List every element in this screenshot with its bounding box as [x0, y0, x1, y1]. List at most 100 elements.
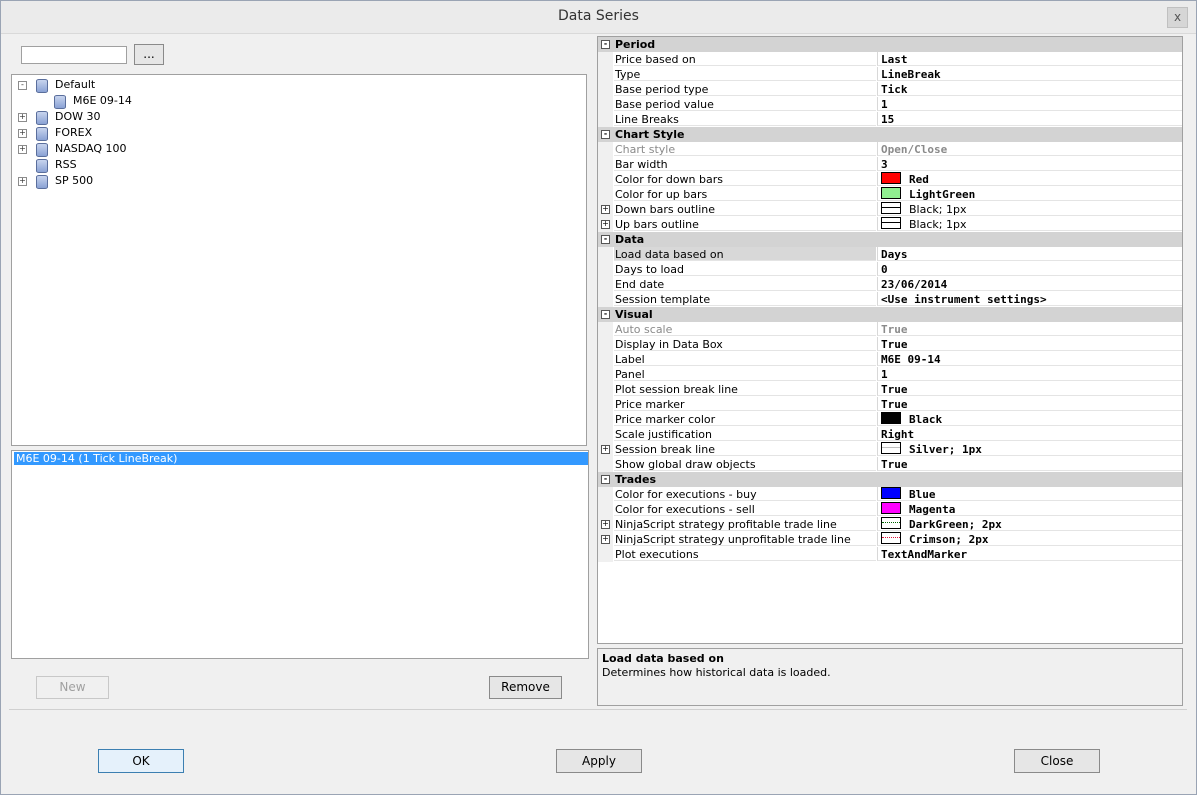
gutter [598, 382, 613, 397]
expand-icon[interactable]: + [601, 445, 610, 454]
gutter [598, 292, 613, 307]
category-visual[interactable]: - Visual [598, 307, 1182, 322]
tree-item-rss[interactable]: RSS [18, 157, 138, 173]
expand-icon[interactable]: + [601, 220, 610, 229]
prop-row[interactable]: Color for executions - sell Magenta [598, 502, 1182, 517]
category-trades[interactable]: - Trades [598, 472, 1182, 487]
expand-icon[interactable]: + [18, 113, 27, 122]
database-icon [36, 143, 48, 157]
gutter [598, 52, 613, 67]
prop-row[interactable]: Base period value 1 [598, 97, 1182, 112]
prop-row[interactable]: Price marker color Black [598, 412, 1182, 427]
prop-row[interactable]: + NinjaScript strategy profitable trade l… [598, 517, 1182, 532]
prop-row[interactable]: Plot executions TextAndMarker [598, 547, 1182, 562]
prop-row[interactable]: Price based on Last [598, 52, 1182, 67]
line-style-icon [881, 442, 901, 454]
gutter [598, 487, 613, 502]
red-swatch-icon [881, 172, 901, 184]
prop-row[interactable]: Plot session break line True [598, 382, 1182, 397]
expand-icon[interactable]: + [601, 535, 610, 544]
database-icon [36, 175, 48, 189]
prop-row[interactable]: Session template <Use instrument settings… [598, 292, 1182, 307]
prop-row[interactable]: Days to load 0 [598, 262, 1182, 277]
collapse-icon[interactable]: - [601, 130, 610, 139]
gutter [598, 262, 613, 277]
collapse-icon[interactable]: - [18, 81, 27, 90]
black-swatch-icon [881, 412, 901, 424]
category-chart-style[interactable]: - Chart Style [598, 127, 1182, 142]
expand-icon[interactable]: + [18, 145, 27, 154]
gutter [598, 187, 613, 202]
expand-icon[interactable]: + [601, 205, 610, 214]
instrument-tree[interactable]: - Default M6E 09-14 + DOW 30 + FOREX + N… [11, 74, 587, 446]
prop-row[interactable]: Price marker True [598, 397, 1182, 412]
tree-item-dow30[interactable]: + DOW 30 [18, 109, 138, 125]
gutter: + [598, 532, 613, 547]
gutter: + [598, 217, 613, 232]
category-period[interactable]: - Period [598, 37, 1182, 52]
close-icon[interactable]: x [1167, 7, 1188, 28]
prop-row-selected[interactable]: Load data based on Days [598, 247, 1182, 262]
ok-button[interactable]: OK [98, 749, 184, 773]
gutter: + [598, 517, 613, 532]
data-series-dialog: Data Series x ... - Default M6E 09-14 + … [0, 0, 1197, 795]
prop-row[interactable]: + Session break line Silver; 1px [598, 442, 1182, 457]
gutter [598, 82, 613, 97]
new-button[interactable]: New [36, 676, 109, 699]
divider [9, 709, 1187, 710]
tree-item-sp500[interactable]: + SP 500 [18, 173, 138, 189]
prop-row[interactable]: Line Breaks 15 [598, 112, 1182, 127]
title-bar[interactable]: Data Series x [1, 1, 1196, 34]
gutter [598, 502, 613, 517]
prop-row[interactable]: Color for up bars LightGreen [598, 187, 1182, 202]
prop-row[interactable]: Color for down bars Red [598, 172, 1182, 187]
prop-row[interactable]: Scale justification Right [598, 427, 1182, 442]
instrument-search-input[interactable] [21, 46, 127, 64]
database-icon [36, 159, 48, 173]
prop-row[interactable]: End date 23/06/2014 [598, 277, 1182, 292]
property-grid[interactable]: - Period Price based on Last Type LineBrea… [597, 36, 1183, 644]
prop-row[interactable]: Bar width 3 [598, 157, 1182, 172]
prop-row[interactable]: Label M6E 09-14 [598, 352, 1182, 367]
collapse-icon[interactable]: - [601, 40, 610, 49]
gutter [598, 97, 613, 112]
prop-row[interactable]: Base period type Tick [598, 82, 1182, 97]
prop-row[interactable]: Show global draw objects True [598, 457, 1182, 472]
gutter [598, 322, 613, 337]
database-icon [54, 95, 66, 109]
collapse-icon[interactable]: - [601, 475, 610, 484]
gutter [598, 457, 613, 472]
database-icon [36, 127, 48, 141]
prop-row[interactable]: + Down bars outline Black; 1px [598, 202, 1182, 217]
prop-row[interactable]: Display in Data Box True [598, 337, 1182, 352]
prop-row[interactable]: Panel 1 [598, 367, 1182, 382]
prop-row[interactable]: Chart style Open/Close [598, 142, 1182, 157]
tree-item-default[interactable]: - Default [18, 77, 138, 93]
expand-icon[interactable]: + [18, 129, 27, 138]
list-item-selected[interactable]: M6E 09-14 (1 Tick LineBreak) [14, 452, 588, 465]
prop-row[interactable]: Type LineBreak [598, 67, 1182, 82]
help-title: Load data based on [602, 652, 724, 665]
lightgreen-swatch-icon [881, 187, 901, 199]
line-style-icon [881, 202, 901, 214]
expand-icon[interactable]: + [18, 177, 27, 186]
blue-swatch-icon [881, 487, 901, 499]
apply-button[interactable]: Apply [556, 749, 642, 773]
prop-row[interactable]: + Up bars outline Black; 1px [598, 217, 1182, 232]
browse-button[interactable]: ... [134, 44, 164, 65]
tree-item-forex[interactable]: + FOREX [18, 125, 138, 141]
database-icon [36, 111, 48, 125]
collapse-icon[interactable]: - [601, 235, 610, 244]
prop-row[interactable]: Auto scale True [598, 322, 1182, 337]
expand-icon[interactable]: + [601, 520, 610, 529]
collapse-icon[interactable]: - [601, 310, 610, 319]
prop-row[interactable]: + NinjaScript strategy unprofitable trade… [598, 532, 1182, 547]
category-data[interactable]: - Data [598, 232, 1182, 247]
tree-item-nasdaq100[interactable]: + NASDAQ 100 [18, 141, 158, 157]
tree-item-m6e[interactable]: M6E 09-14 [36, 93, 196, 109]
remove-button[interactable]: Remove [489, 676, 562, 699]
series-list[interactable]: M6E 09-14 (1 Tick LineBreak) [11, 450, 589, 659]
dotted-line-icon [881, 532, 901, 544]
prop-row[interactable]: Color for executions - buy Blue [598, 487, 1182, 502]
close-button[interactable]: Close [1014, 749, 1100, 773]
